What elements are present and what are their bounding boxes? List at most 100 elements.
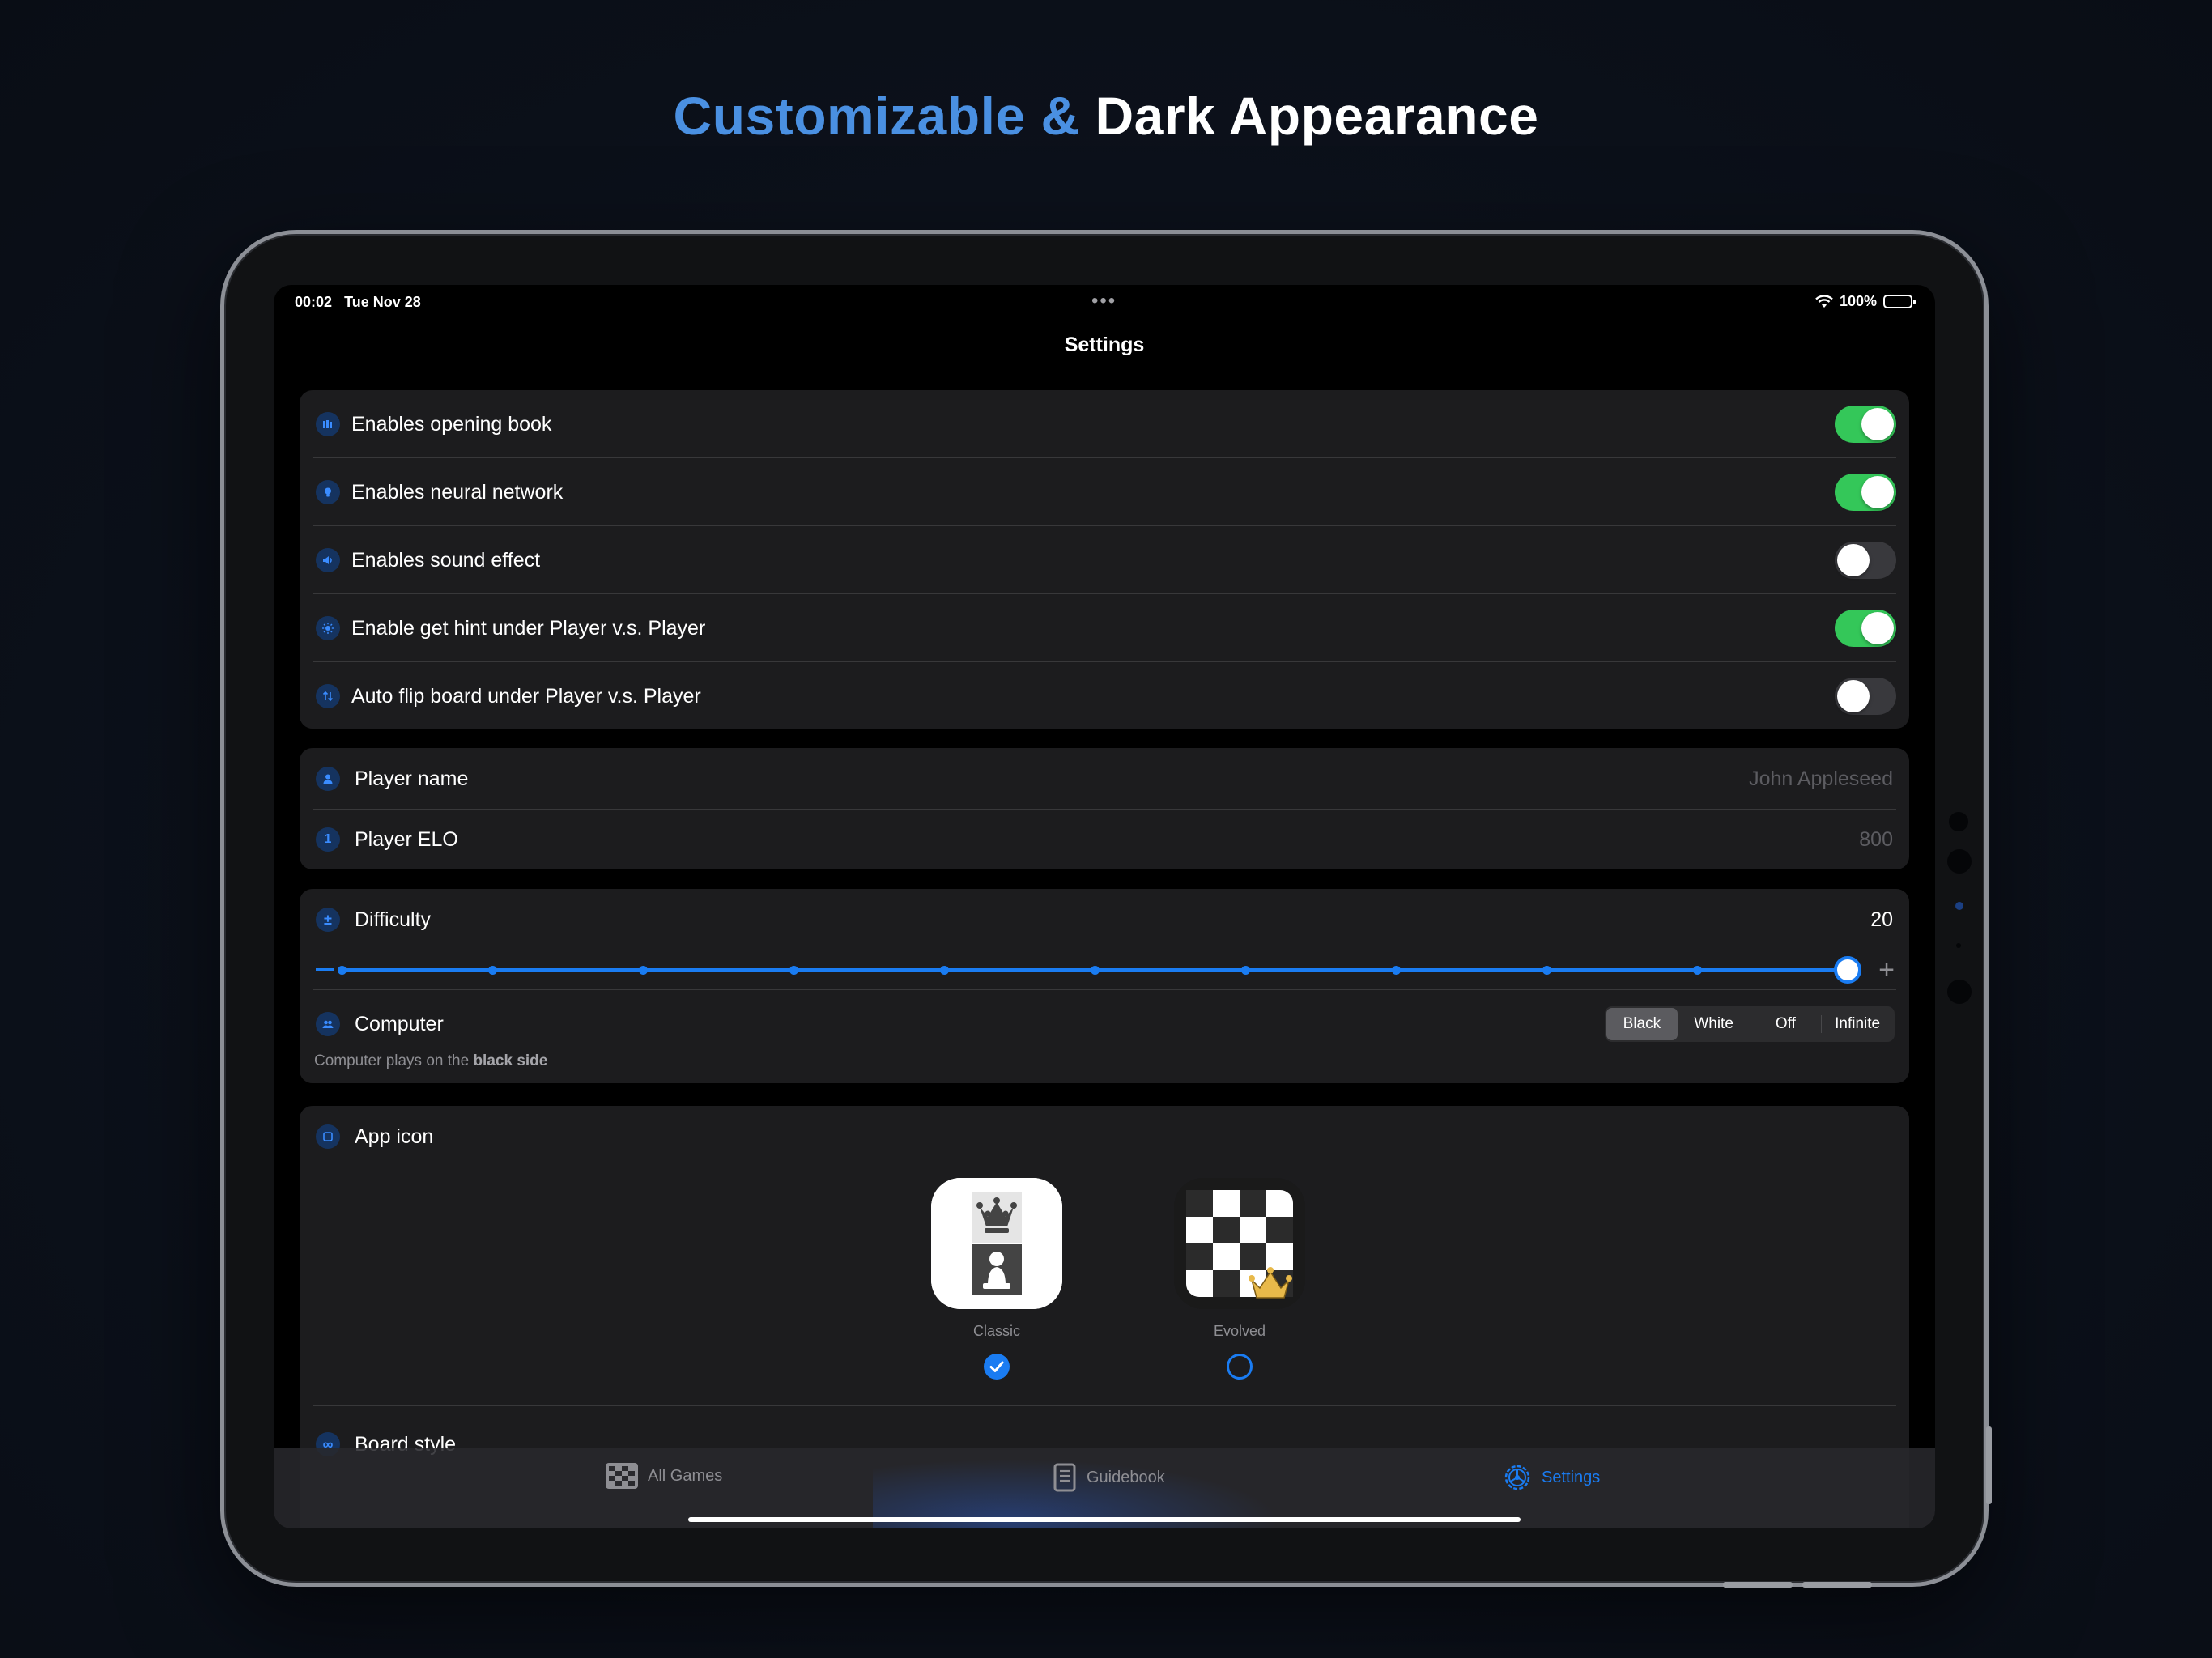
tab-all-games[interactable]: All Games: [606, 1463, 722, 1489]
slider-tick: [1241, 966, 1250, 975]
segment-white[interactable]: White: [1678, 1008, 1750, 1040]
slider-track[interactable]: [338, 956, 1861, 984]
player-elo-row[interactable]: 1 Player ELO 800: [300, 810, 1909, 869]
tab-label: All Games: [648, 1466, 723, 1485]
toggle-label: Enable get hint under Player v.s. Player: [351, 616, 706, 640]
difficulty-value: 20: [1870, 908, 1893, 931]
speaker-icon: [316, 548, 340, 572]
slider-tick: [940, 966, 949, 975]
slider-tick: [1392, 966, 1401, 975]
evolved-app-icon[interactable]: [1174, 1178, 1305, 1309]
slider-tick: [639, 966, 648, 975]
auto-flip-toggle[interactable]: [1835, 678, 1896, 715]
player-name-field[interactable]: John Appleseed: [1749, 767, 1893, 791]
toggles-group: Enables opening book Enables neural netw…: [300, 390, 1909, 729]
sensor-dot: [1947, 980, 1972, 1004]
divider: [313, 1405, 1896, 1406]
slider-thumb[interactable]: [1834, 956, 1861, 984]
tab-label: Settings: [1542, 1468, 1601, 1486]
computer-row: Computer Black White Off Infinite: [300, 990, 1909, 1058]
classic-label: Classic: [972, 1323, 1020, 1339]
classic-radio[interactable]: [984, 1354, 1010, 1380]
computer-footnote: Computer plays on the black side: [314, 1052, 548, 1069]
wifi-icon: [1815, 295, 1833, 308]
camera-lens-icon: [1947, 849, 1972, 874]
segment-off[interactable]: Off: [1750, 1008, 1822, 1040]
slider-tick: [789, 966, 798, 975]
player-elo-label: Player ELO: [355, 827, 458, 851]
checkerboard-icon: [606, 1463, 638, 1489]
computer-label: Computer: [355, 1012, 444, 1035]
tab-label: Guidebook: [1087, 1468, 1165, 1486]
checkmark-icon: [989, 1361, 1004, 1372]
square-icon: [316, 1124, 340, 1149]
app-icon-label: App icon: [355, 1124, 434, 1148]
power-button: [1986, 1426, 1992, 1504]
get-hint-toggle[interactable]: [1835, 610, 1896, 647]
plus-minus-icon: ±: [316, 908, 340, 932]
status-right: 100%: [1815, 293, 1916, 310]
difficulty-slider[interactable]: +: [313, 954, 1896, 986]
tab-settings[interactable]: Settings: [1503, 1463, 1600, 1492]
player-name-label: Player name: [355, 767, 469, 790]
lightbulb-icon: [316, 480, 340, 504]
app-icon-row: App icon: [300, 1106, 1909, 1167]
person-icon: [316, 767, 340, 791]
minus-icon[interactable]: [316, 968, 334, 971]
status-bar: 00:02 Tue Nov 28 ••• 100%: [274, 285, 1935, 317]
sound-effect-toggle[interactable]: [1835, 542, 1896, 579]
tab-bar: All Games Guidebook Settings: [274, 1448, 1935, 1528]
slider-tick: [1542, 966, 1551, 975]
plus-icon[interactable]: +: [1878, 954, 1895, 986]
book-icon: [1053, 1463, 1076, 1492]
toggle-row-sound-effect: Enables sound effect: [300, 526, 1909, 594]
segment-infinite[interactable]: Infinite: [1822, 1008, 1893, 1040]
toggle-label: Enables opening book: [351, 412, 552, 436]
multitasking-dots[interactable]: •••: [1091, 290, 1117, 312]
toggle-row-get-hint: Enable get hint under Player v.s. Player: [300, 594, 1909, 662]
slider-tick: [1091, 966, 1100, 975]
sensor-dot: [1956, 943, 1961, 948]
slider-tick: [1693, 966, 1702, 975]
toggle-row-opening-book: Enables opening book: [300, 390, 1909, 458]
segment-black[interactable]: Black: [1606, 1008, 1678, 1040]
slider-tick: [338, 966, 347, 975]
toggle-label: Auto flip board under Player v.s. Player: [351, 684, 701, 708]
two-people-icon: [316, 1012, 340, 1036]
neural-network-toggle[interactable]: [1835, 474, 1896, 511]
player-elo-field[interactable]: 800: [1859, 828, 1893, 852]
sensor-dot: [1949, 812, 1968, 831]
engine-group: ± Difficulty 20 + Computer Black White O…: [300, 889, 1909, 1083]
opening-book-toggle[interactable]: [1835, 406, 1896, 443]
volume-button-top: [1723, 1582, 1793, 1588]
flip-arrows-icon: [316, 684, 340, 708]
gear-icon: [1504, 1465, 1530, 1490]
computer-side-segmented[interactable]: Black White Off Infinite: [1605, 1006, 1895, 1042]
difficulty-row: ± Difficulty 20: [300, 889, 1909, 950]
screen: 00:02 Tue Nov 28 ••• 100% Settings Enabl…: [274, 285, 1935, 1528]
player-name-row[interactable]: Player name John Appleseed: [300, 748, 1909, 810]
evolved-label: Evolved: [1213, 1323, 1266, 1339]
player-group: Player name John Appleseed 1 Player ELO …: [300, 748, 1909, 869]
headline: Customizable & Dark Appearance: [0, 85, 2212, 147]
toggle-row-auto-flip: Auto flip board under Player v.s. Player: [300, 662, 1909, 729]
sun-icon: [316, 616, 340, 640]
number-one-icon: 1: [316, 827, 340, 852]
difficulty-label: Difficulty: [355, 908, 432, 931]
status-time: 00:02 Tue Nov 28: [295, 294, 421, 310]
toggle-label: Enables neural network: [351, 480, 564, 504]
volume-button-bottom: [1802, 1582, 1872, 1588]
books-icon: [316, 412, 340, 436]
tab-guidebook[interactable]: Guidebook: [1053, 1463, 1165, 1492]
battery-percent: 100%: [1839, 293, 1877, 309]
evolved-radio[interactable]: [1227, 1354, 1253, 1380]
headline-accent: Customizable &: [673, 86, 1080, 146]
slider-tick: [488, 966, 497, 975]
page-title: Settings: [1064, 334, 1145, 356]
battery-icon: [1883, 295, 1916, 308]
toggle-label: Enables sound effect: [351, 548, 541, 572]
toggle-row-neural-network: Enables neural network: [300, 458, 1909, 526]
classic-app-icon[interactable]: [931, 1178, 1062, 1309]
home-indicator[interactable]: [688, 1517, 1521, 1522]
headline-plain: Dark Appearance: [1095, 86, 1539, 146]
